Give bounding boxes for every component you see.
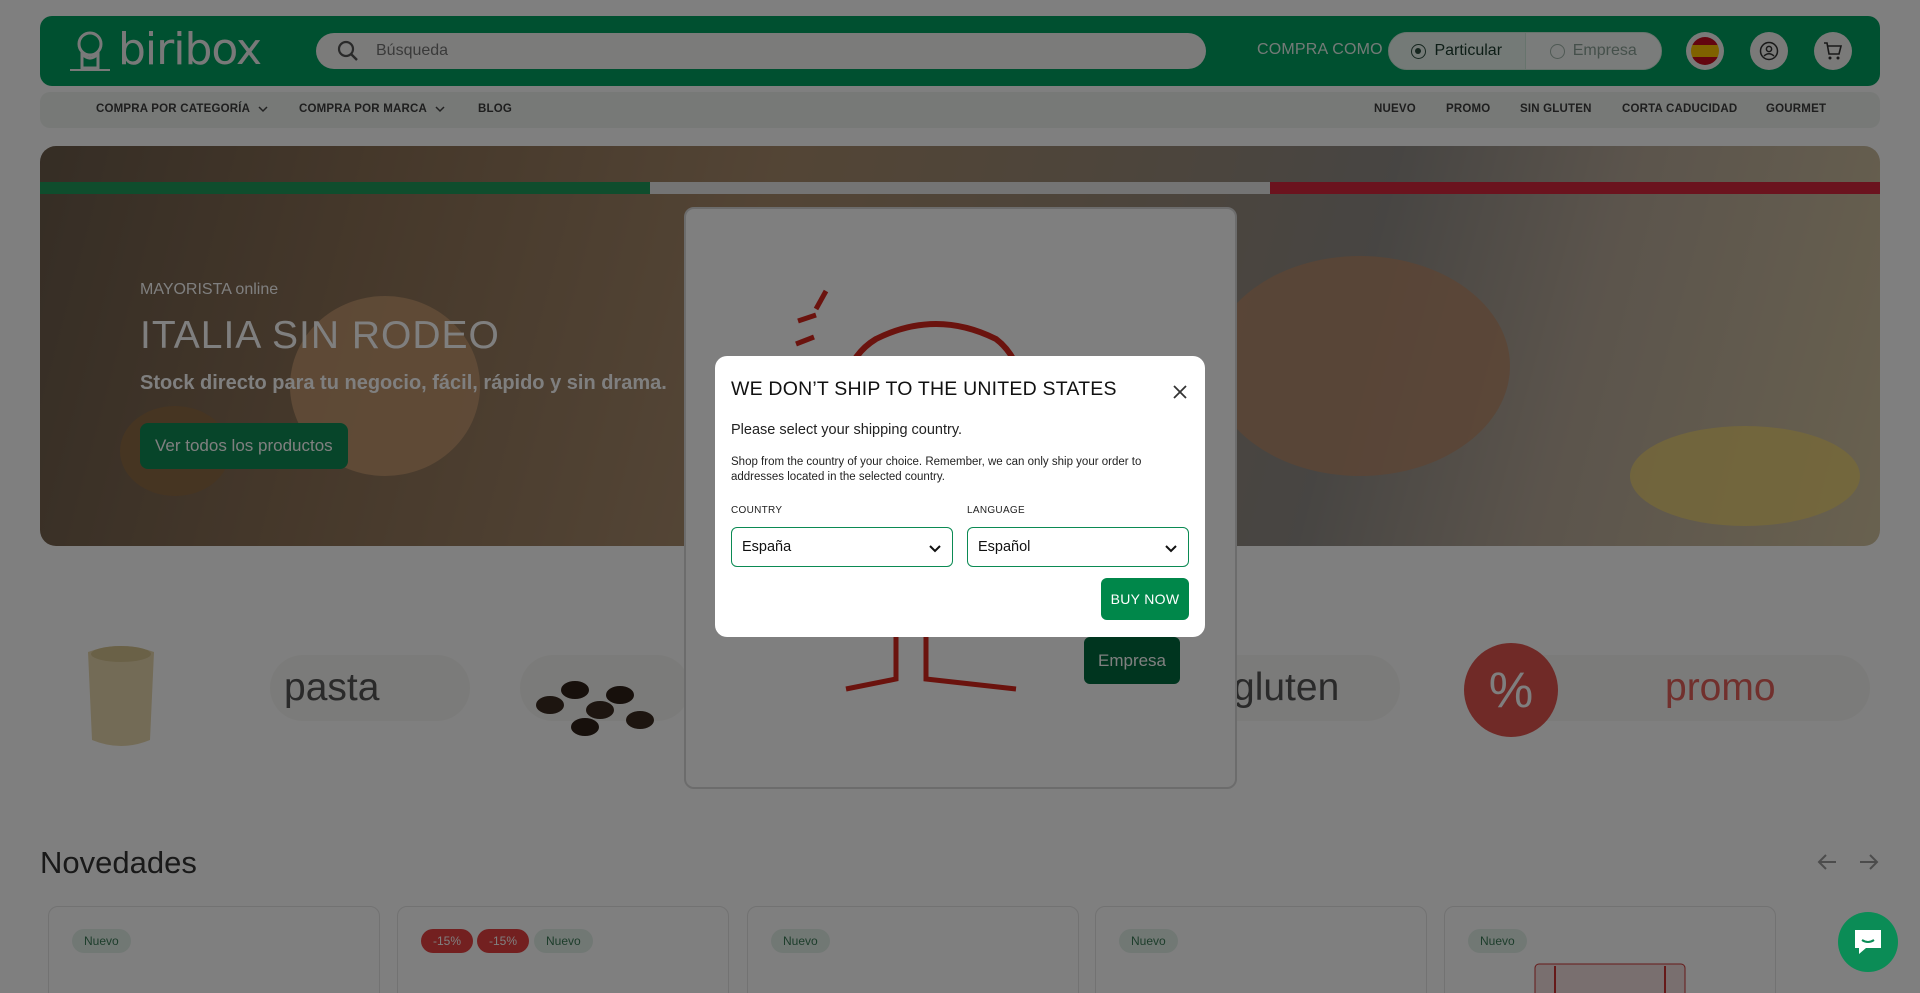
language-select[interactable]: Español xyxy=(967,527,1189,567)
buy-now-button[interactable]: BUY NOW xyxy=(1101,578,1189,620)
chat-button[interactable] xyxy=(1838,912,1898,972)
close-icon[interactable] xyxy=(1169,381,1191,403)
shipping-country-modal: WE DON’T SHIP TO THE UNITED STATES Pleas… xyxy=(715,356,1205,637)
chevron-down-icon xyxy=(929,545,941,553)
modal-subtitle: Please select your shipping country. xyxy=(731,422,963,438)
language-select-value: Español xyxy=(978,539,1031,555)
chevron-down-icon xyxy=(1165,545,1177,553)
country-select-value: España xyxy=(742,539,792,555)
language-label: LANGUAGE xyxy=(967,505,1025,516)
modal-title: WE DON’T SHIP TO THE UNITED STATES xyxy=(731,378,1117,400)
modal-note: Shop from the country of your choice. Re… xyxy=(731,456,1142,483)
country-label: COUNTRY xyxy=(731,505,783,516)
country-select[interactable]: España xyxy=(731,527,953,567)
chat-icon xyxy=(1855,930,1881,954)
